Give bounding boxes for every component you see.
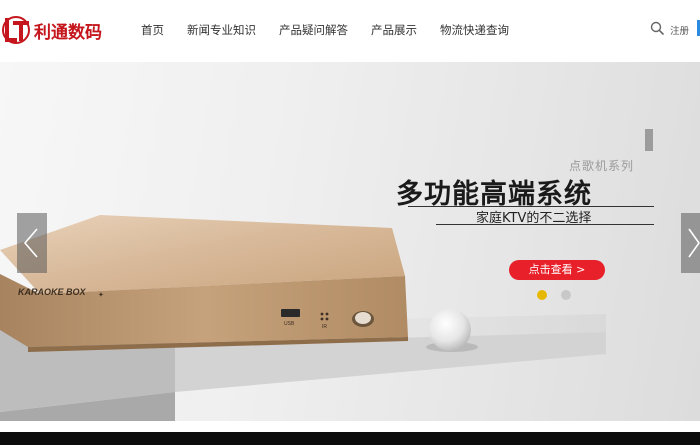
- nav-item-faq[interactable]: 产品疑问解答: [279, 22, 348, 38]
- accent-bar: [645, 129, 653, 151]
- product-image: KARAOKE BOX ✦ USB IR: [0, 215, 606, 421]
- nav-item-home[interactable]: 首页: [141, 22, 164, 38]
- slide-indicator-2[interactable]: [561, 290, 571, 300]
- slide-indicator-1[interactable]: [537, 290, 547, 300]
- product-label: KARAOKE BOX: [18, 287, 87, 297]
- ir-label: IR: [322, 324, 327, 330]
- nav-item-products[interactable]: 产品展示: [371, 22, 417, 38]
- logo-mark-icon: [2, 16, 30, 44]
- nav-item-news[interactable]: 新闻专业知识: [187, 22, 256, 38]
- chevron-left-icon: [23, 228, 38, 258]
- hero-banner: KARAOKE BOX ✦ USB IR: [0, 62, 700, 421]
- search-icon[interactable]: [650, 21, 664, 35]
- site-header: 利通数码 首页 新闻专业知识 产品疑问解答 产品展示 物流快递查询 注册: [0, 0, 700, 62]
- divider-bottom: [436, 224, 654, 225]
- main-nav: 首页 新闻专业知识 产品疑问解答 产品展示 物流快递查询: [141, 22, 532, 38]
- view-more-button[interactable]: 点击查看 >: [509, 260, 605, 280]
- register-link[interactable]: 注册: [670, 23, 689, 37]
- footer-strip: [0, 432, 700, 445]
- logo-text: 利通数码: [34, 22, 102, 43]
- svg-text:✦: ✦: [98, 291, 104, 299]
- nav-item-shipping[interactable]: 物流快递查询: [440, 22, 509, 38]
- usb-label: USB: [284, 321, 295, 327]
- next-slide-button[interactable]: [681, 213, 700, 273]
- prev-slide-button[interactable]: [17, 213, 47, 273]
- site-logo[interactable]: 利通数码: [2, 12, 102, 48]
- chevron-right-icon: [688, 228, 700, 258]
